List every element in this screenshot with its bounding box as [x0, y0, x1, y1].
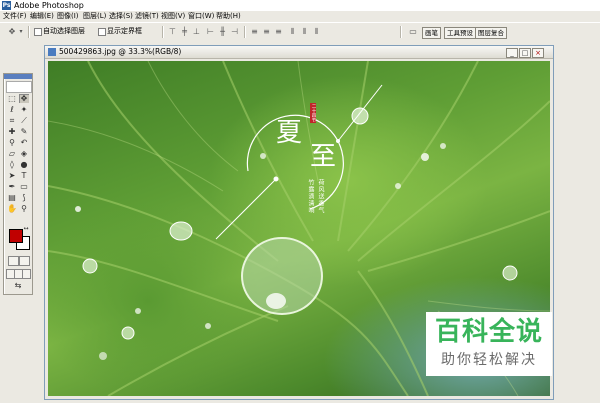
align-vcenter-icon[interactable]: ╪	[180, 27, 189, 36]
document-icon	[48, 48, 56, 56]
toolbar-divider	[244, 26, 246, 38]
crop-tool-icon[interactable]: ⌗	[7, 116, 17, 125]
history-brush-tool-icon[interactable]: ↶	[19, 138, 29, 147]
distribute-bottom-icon[interactable]: ≡	[274, 27, 283, 36]
watermark: 百科全说 助你轻松解决	[426, 312, 552, 376]
minimize-button[interactable]: _	[506, 48, 518, 58]
poem-column-1: 荷风送香气	[317, 179, 324, 214]
marquee-tool-icon[interactable]: ⬚	[7, 94, 17, 103]
show-bounding-box-checkbox[interactable]	[98, 28, 106, 36]
toolbox: ⬚ ✥ ℓ ✦ ⌗ ⟋ ✚ ✎ ⚲ ↶ ▱ ◈ ◊ ● ➤ T ✒ ▭ ▤ ⟆ …	[3, 73, 33, 295]
toolbar-divider	[162, 26, 164, 38]
align-hcenter-icon[interactable]: ╫	[218, 27, 227, 36]
paint-bucket-tool-icon[interactable]: ◈	[19, 149, 29, 158]
blur-tool-icon[interactable]: ◊	[7, 160, 17, 169]
align-top-icon[interactable]: ⊤	[168, 27, 177, 36]
maximize-button[interactable]: □	[519, 48, 531, 58]
toolbox-logo[interactable]	[6, 81, 32, 93]
title-char-zhi: 至	[310, 142, 337, 172]
brush-tool-icon[interactable]: ✎	[19, 127, 29, 136]
distribute-left-icon[interactable]: ⦀	[288, 27, 297, 36]
title-char-xia: 夏	[276, 118, 303, 148]
menu-image[interactable]: 图像(I)	[57, 11, 79, 22]
zoom-tool-icon[interactable]: ⚲	[19, 204, 29, 213]
menu-window[interactable]: 窗口(W)	[188, 11, 214, 22]
jump-to-imageready-icon[interactable]: ⇆	[7, 281, 29, 290]
menu-view[interactable]: 视图(V)	[161, 11, 185, 22]
tab-brushes[interactable]: 画笔	[422, 27, 441, 39]
distribute-vcenter-icon[interactable]: ≡	[262, 27, 271, 36]
shape-tool-icon[interactable]: ▭	[19, 182, 29, 191]
menu-file[interactable]: 文件(F)	[3, 11, 27, 22]
poem-column-2: 竹露滴清响	[307, 179, 314, 214]
app-title: Adobe Photoshop	[14, 1, 84, 10]
auto-select-layer-checkbox[interactable]	[34, 28, 42, 36]
notes-tool-icon[interactable]: ▤	[7, 193, 17, 202]
slice-tool-icon[interactable]: ⟋	[19, 116, 29, 125]
distribute-top-icon[interactable]: ≡	[250, 27, 259, 36]
document-title-bar[interactable]: 500429863.jpg @ 33.3%(RGB/8) _ □ ×	[45, 46, 553, 59]
options-bar: ✥ ▾ 自动选择图层 显示定界框 ⊤ ╪ ⊥ ⊢ ╫ ⊣ ≡ ≡ ≡ ⦀ ⦀ ⦀…	[0, 22, 600, 41]
type-tool-icon[interactable]: T	[19, 171, 29, 180]
swap-colors-icon[interactable]: ↔	[22, 224, 30, 232]
menu-layer[interactable]: 图层(L)	[83, 11, 106, 22]
move-tool-icon[interactable]: ✥	[19, 94, 29, 103]
menu-help[interactable]: 帮助(H)	[216, 11, 241, 22]
clone-stamp-tool-icon[interactable]: ⚲	[7, 138, 17, 147]
standard-mode-button[interactable]	[8, 256, 19, 266]
show-bounding-box-label: 显示定界框	[107, 27, 142, 35]
move-tool-icon[interactable]: ✥	[6, 27, 18, 36]
tab-tool-presets[interactable]: 工具预设	[444, 27, 476, 39]
watermark-main-text: 百科全说	[434, 317, 543, 347]
auto-select-layer-label: 自动选择图层	[43, 27, 85, 35]
foreground-color-swatch[interactable]	[9, 229, 23, 243]
document-title: 500429863.jpg @ 33.3%(RGB/8)	[59, 47, 182, 56]
align-bottom-icon[interactable]: ⊥	[192, 27, 201, 36]
toolbar-divider	[28, 26, 30, 38]
distribute-right-icon[interactable]: ⦀	[312, 27, 321, 36]
chevron-down-icon[interactable]: ▾	[18, 27, 24, 36]
menu-filter[interactable]: 滤镜(T)	[135, 11, 159, 22]
pen-tool-icon[interactable]: ✒	[7, 182, 17, 191]
toolbar-divider	[400, 26, 402, 38]
eraser-tool-icon[interactable]: ▱	[7, 149, 17, 158]
menu-select[interactable]: 选择(S)	[109, 11, 133, 22]
screen-mode-full-button[interactable]	[22, 269, 31, 279]
red-seal: 二十四节	[310, 103, 316, 123]
menu-edit[interactable]: 编辑(E)	[30, 11, 54, 22]
lasso-tool-icon[interactable]: ℓ	[7, 105, 17, 114]
healing-brush-tool-icon[interactable]: ✚	[7, 127, 17, 136]
path-selection-tool-icon[interactable]: ➤	[7, 171, 17, 180]
menu-bar: 文件(F) 编辑(E) 图像(I) 图层(L) 选择(S) 滤镜(T) 视图(V…	[0, 11, 600, 22]
distribute-hcenter-icon[interactable]: ⦀	[300, 27, 309, 36]
magic-wand-tool-icon[interactable]: ✦	[19, 105, 29, 114]
align-left-icon[interactable]: ⊢	[206, 27, 215, 36]
dodge-tool-icon[interactable]: ●	[19, 160, 29, 169]
watermark-sub-text: 助你轻松解决	[441, 352, 537, 368]
align-right-icon[interactable]: ⊣	[230, 27, 239, 36]
tab-layer-comps[interactable]: 图层复合	[475, 27, 507, 39]
hand-tool-icon[interactable]: ✋	[7, 204, 17, 213]
close-button[interactable]: ×	[532, 48, 544, 58]
photoshop-logo-icon: Ps	[2, 1, 11, 10]
palette-well-icon[interactable]: ▭	[407, 27, 419, 36]
toolbox-header[interactable]	[4, 74, 32, 79]
quick-mask-mode-button[interactable]	[19, 256, 30, 266]
eyedropper-tool-icon[interactable]: ⟆	[19, 193, 29, 202]
